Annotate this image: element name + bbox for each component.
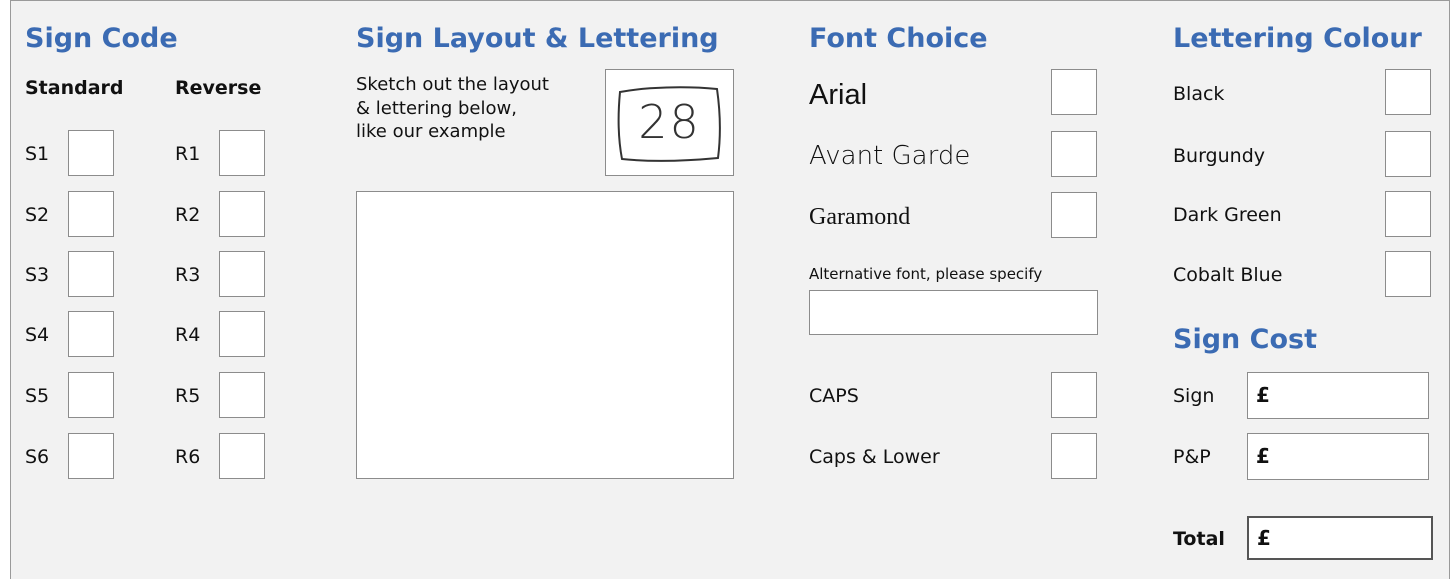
checkbox-s1[interactable] (68, 130, 114, 176)
checkbox-r2[interactable] (219, 191, 265, 237)
order-form: Sign Code Standard Reverse S1 R1 S2 R2 S… (10, 0, 1450, 579)
currency-symbol: £ (1256, 383, 1270, 407)
code-label-s2: S2 (25, 204, 50, 226)
checkbox-black[interactable] (1385, 69, 1431, 115)
font-choice-heading: Font Choice (809, 23, 988, 54)
colour-option-black: Black (1173, 83, 1225, 105)
currency-symbol: £ (1257, 526, 1271, 550)
sign-cost-label: Sign (1173, 385, 1215, 407)
checkbox-arial[interactable] (1051, 69, 1097, 115)
alternative-font-label: Alternative font, please specify (809, 265, 1043, 283)
checkbox-dark-green[interactable] (1385, 191, 1431, 237)
checkbox-s4[interactable] (68, 311, 114, 357)
checkbox-r5[interactable] (219, 372, 265, 418)
checkbox-s5[interactable] (68, 372, 114, 418)
checkbox-r3[interactable] (219, 251, 265, 297)
standard-column-label: Standard (25, 77, 124, 99)
layout-instructions-line3: like our example (356, 121, 506, 142)
checkbox-r4[interactable] (219, 311, 265, 357)
code-label-s1: S1 (25, 143, 50, 165)
checkbox-garamond[interactable] (1051, 192, 1097, 238)
code-label-s5: S5 (25, 385, 50, 407)
sign-cost-input[interactable]: £ (1247, 372, 1429, 419)
checkbox-burgundy[interactable] (1385, 131, 1431, 177)
code-label-s6: S6 (25, 446, 50, 468)
code-label-r6: R6 (175, 446, 201, 468)
total-cost-label: Total (1173, 528, 1225, 550)
checkbox-r6[interactable] (219, 433, 265, 479)
code-label-r1: R1 (175, 143, 201, 165)
checkbox-s3[interactable] (68, 251, 114, 297)
example-sign-number: 28 (638, 95, 701, 149)
code-label-r4: R4 (175, 324, 201, 346)
colour-option-cobalt-blue: Cobalt Blue (1173, 264, 1283, 286)
case-option-caps-lower: Caps & Lower (809, 446, 940, 468)
sketch-area[interactable] (356, 191, 734, 479)
code-label-r2: R2 (175, 204, 201, 226)
alternative-font-input[interactable] (809, 290, 1098, 335)
font-option-avant-garde: Avant Garde (809, 141, 971, 171)
total-cost-input[interactable]: £ (1247, 516, 1433, 560)
font-option-arial: Arial (809, 79, 868, 111)
lettering-colour-heading: Lettering Colour (1173, 23, 1422, 54)
case-option-caps: CAPS (809, 385, 859, 407)
font-option-garamond: Garamond (809, 204, 911, 230)
code-label-s4: S4 (25, 324, 50, 346)
checkbox-cobalt-blue[interactable] (1385, 251, 1431, 297)
layout-instructions-line2: & lettering below, (356, 98, 517, 119)
layout-heading: Sign Layout & Lettering (356, 23, 719, 54)
checkbox-s6[interactable] (68, 433, 114, 479)
checkbox-r1[interactable] (219, 130, 265, 176)
reverse-column-label: Reverse (175, 77, 262, 99)
sign-cost-heading: Sign Cost (1173, 324, 1317, 355)
pp-cost-label: P&P (1173, 446, 1211, 468)
layout-instructions-line1: Sketch out the layout (356, 74, 549, 95)
colour-option-dark-green: Dark Green (1173, 204, 1282, 226)
code-label-s3: S3 (25, 264, 50, 286)
code-label-r5: R5 (175, 385, 201, 407)
currency-symbol: £ (1256, 444, 1270, 468)
checkbox-avant-garde[interactable] (1051, 131, 1097, 177)
checkbox-caps[interactable] (1051, 372, 1097, 418)
colour-option-burgundy: Burgundy (1173, 145, 1266, 167)
checkbox-s2[interactable] (68, 191, 114, 237)
sign-code-heading: Sign Code (25, 23, 178, 54)
pp-cost-input[interactable]: £ (1247, 433, 1429, 480)
code-label-r3: R3 (175, 264, 201, 286)
example-sign-box: 28 (605, 69, 734, 176)
checkbox-caps-lower[interactable] (1051, 433, 1097, 479)
